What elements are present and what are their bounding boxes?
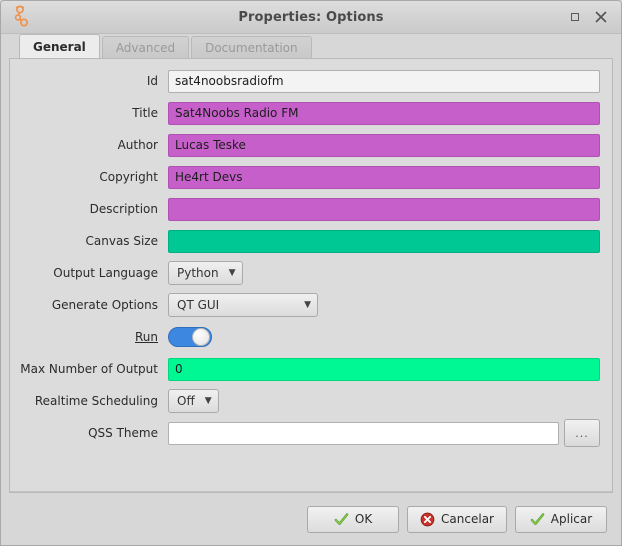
tab-bar: General Advanced Documentation bbox=[1, 34, 621, 59]
label-qss-theme: QSS Theme bbox=[88, 426, 158, 440]
general-tab-page: Id Title Author Copyrig bbox=[9, 58, 613, 493]
run-toggle[interactable] bbox=[168, 327, 212, 347]
generate-options-value: QT GUI bbox=[177, 298, 220, 312]
copyright-input[interactable] bbox=[168, 165, 600, 189]
form-row-author: Author bbox=[16, 129, 600, 161]
realtime-scheduling-select[interactable]: Off ▼ bbox=[168, 389, 219, 413]
output-language-select[interactable]: Python ▼ bbox=[168, 261, 243, 285]
cancel-icon bbox=[420, 512, 435, 526]
max-number-of-output-input[interactable] bbox=[168, 357, 600, 381]
title-input[interactable] bbox=[168, 101, 600, 125]
cancel-button-label: Cancelar bbox=[441, 512, 494, 526]
ok-button[interactable]: OK bbox=[307, 505, 400, 533]
form-row-qss-theme: QSS Theme ... bbox=[16, 417, 600, 449]
close-icon bbox=[595, 11, 607, 23]
qss-theme-input[interactable] bbox=[168, 421, 559, 445]
chevron-down-icon: ▼ bbox=[304, 299, 311, 310]
label-description: Description bbox=[89, 202, 158, 216]
properties-options-dialog: Properties: Options General Advanced Doc… bbox=[0, 0, 622, 546]
window-title: Properties: Options bbox=[238, 9, 384, 25]
form-row-description: Description bbox=[16, 193, 600, 225]
label-output-language: Output Language bbox=[53, 266, 158, 280]
tab-general[interactable]: General bbox=[19, 34, 100, 58]
form-row-max-number-of-output: Max Number of Output bbox=[16, 353, 600, 385]
id-input[interactable] bbox=[168, 69, 600, 93]
check-icon bbox=[334, 512, 349, 525]
ok-button-label: OK bbox=[354, 512, 373, 526]
dialog-button-bar: OK Cancelar Aplicar bbox=[1, 493, 621, 545]
tab-advanced[interactable]: Advanced bbox=[101, 36, 190, 59]
form-row-title: Title bbox=[16, 97, 600, 129]
tab-documentation[interactable]: Documentation bbox=[191, 36, 312, 59]
label-author: Author bbox=[117, 138, 158, 152]
form-row-generate-options: Generate Options QT GUI ▼ bbox=[16, 289, 600, 321]
canvas-size-input[interactable] bbox=[168, 229, 600, 253]
author-input[interactable] bbox=[168, 133, 600, 157]
form-row-copyright: Copyright bbox=[16, 161, 600, 193]
apply-button[interactable]: Aplicar bbox=[515, 505, 607, 533]
form-row-realtime-scheduling: Realtime Scheduling Off ▼ bbox=[16, 385, 600, 417]
form-row-canvas-size: Canvas Size bbox=[16, 225, 600, 257]
label-title: Title bbox=[132, 106, 158, 120]
form-row-output-language: Output Language Python ▼ bbox=[16, 257, 600, 289]
label-realtime-scheduling: Realtime Scheduling bbox=[34, 394, 158, 408]
apply-button-label: Aplicar bbox=[550, 512, 593, 526]
label-id: Id bbox=[146, 74, 158, 88]
form-row-run: Run bbox=[16, 321, 600, 353]
chevron-down-icon: ▼ bbox=[228, 267, 236, 278]
generate-options-select[interactable]: QT GUI ▼ bbox=[168, 293, 318, 317]
gnuradio-options-icon bbox=[14, 5, 29, 27]
label-generate-options: Generate Options bbox=[51, 298, 158, 312]
label-copyright: Copyright bbox=[99, 170, 158, 184]
output-language-value: Python bbox=[177, 266, 219, 280]
tab-documentation-label: Documentation bbox=[205, 41, 298, 55]
label-run: Run bbox=[134, 330, 158, 344]
description-input[interactable] bbox=[168, 197, 600, 221]
close-button[interactable] bbox=[593, 9, 609, 25]
cancel-button[interactable]: Cancelar bbox=[407, 505, 507, 533]
properties-form: Id Title Author Copyrig bbox=[10, 59, 612, 449]
maximize-icon bbox=[571, 13, 579, 21]
run-toggle-knob bbox=[192, 328, 210, 346]
qss-theme-browse-button[interactable]: ... bbox=[564, 419, 600, 447]
title-bar: Properties: Options bbox=[1, 1, 621, 34]
label-canvas-size: Canvas Size bbox=[85, 234, 159, 248]
form-row-id: Id bbox=[16, 65, 600, 97]
chevron-down-icon: ▼ bbox=[204, 395, 212, 406]
qss-theme-browse-label: ... bbox=[575, 426, 589, 440]
tab-general-label: General bbox=[33, 40, 86, 54]
tab-advanced-label: Advanced bbox=[115, 41, 176, 55]
check-icon bbox=[530, 512, 545, 525]
maximize-button[interactable] bbox=[567, 9, 583, 25]
page-bottom-divider bbox=[10, 491, 612, 492]
label-max-number-of-output: Max Number of Output bbox=[20, 362, 158, 376]
realtime-scheduling-value: Off bbox=[177, 394, 195, 408]
